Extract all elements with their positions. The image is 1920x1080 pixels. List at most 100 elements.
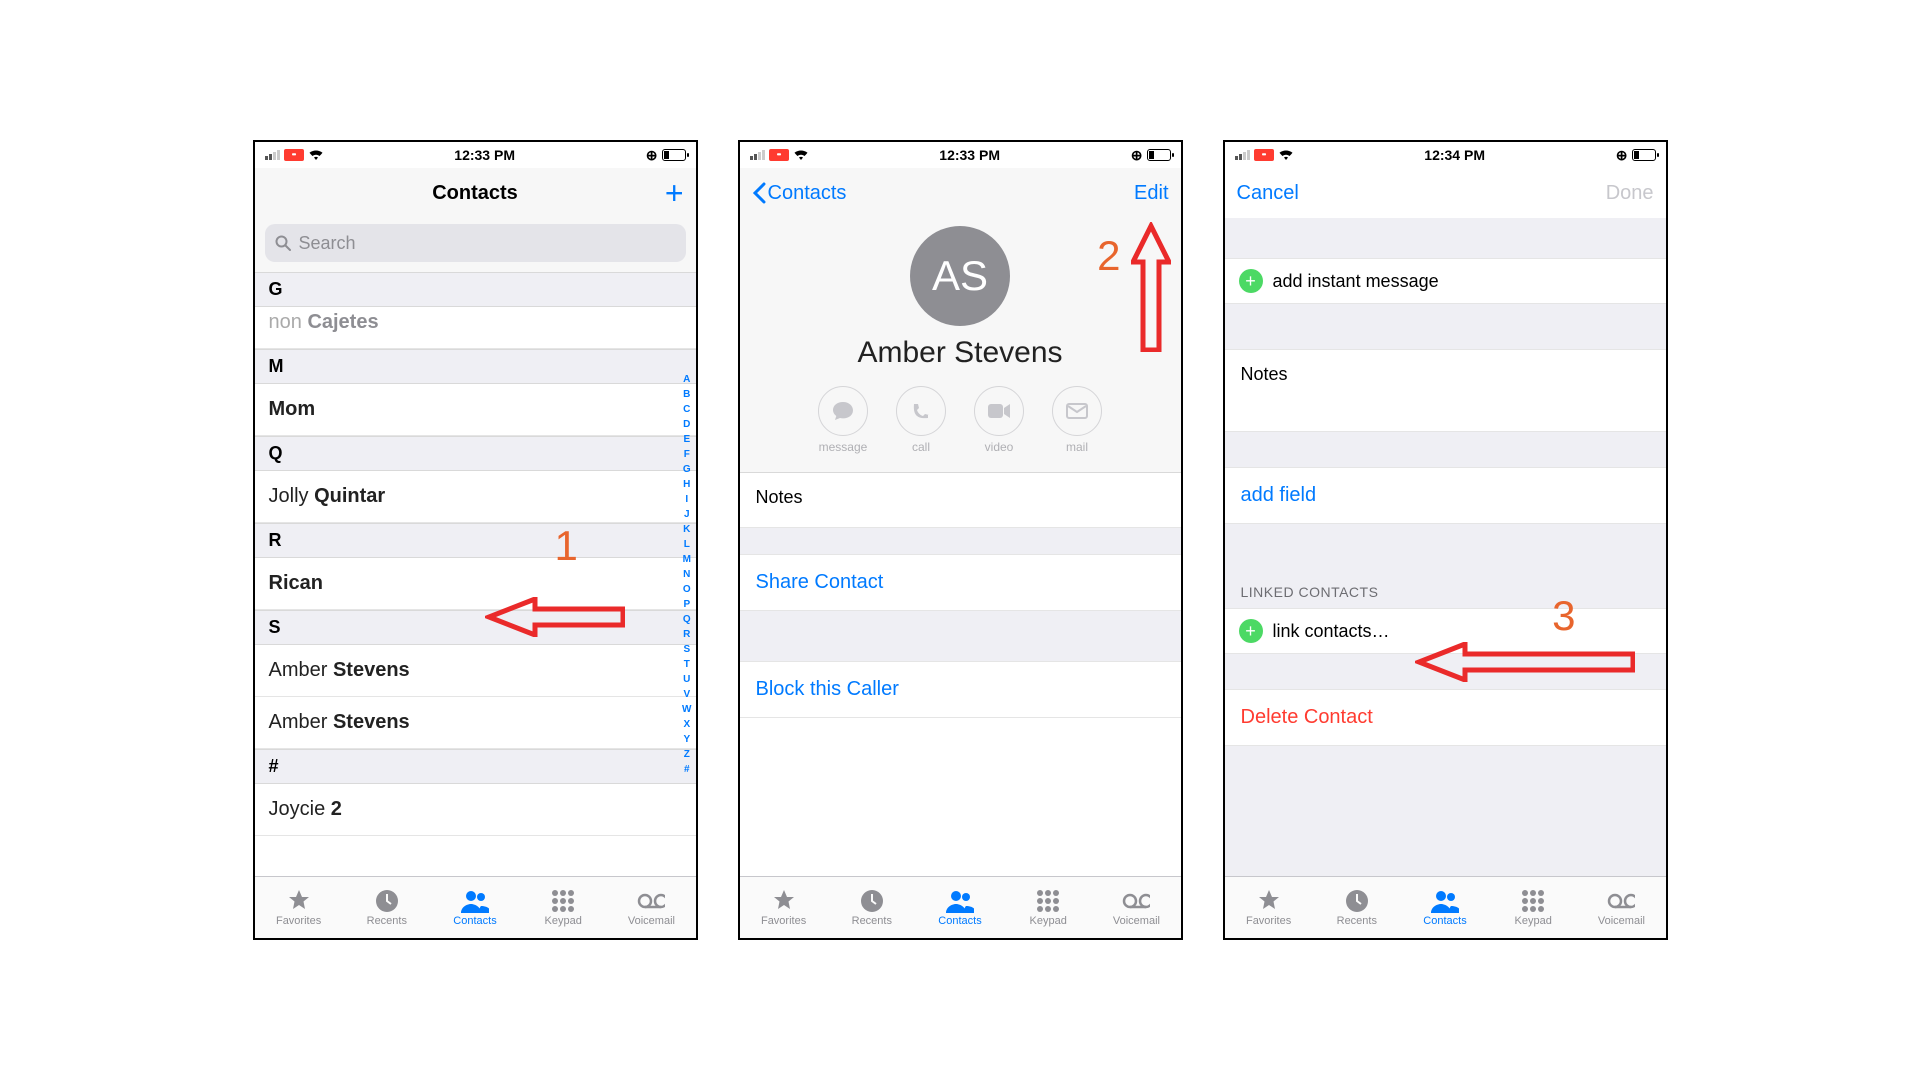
tab-contacts[interactable]: Contacts — [1401, 877, 1489, 938]
list-item[interactable]: Jolly Quintar — [255, 471, 696, 523]
notes-label: Notes — [740, 473, 1181, 514]
add-field-button[interactable]: add field — [1225, 467, 1666, 524]
section-header: R — [255, 523, 696, 558]
signal-bars-icon — [265, 150, 280, 160]
search-placeholder: Search — [299, 233, 356, 254]
keypad-icon — [1034, 889, 1062, 913]
tab-keypad[interactable]: Keypad — [1004, 877, 1092, 938]
people-icon — [946, 889, 974, 913]
clock-icon — [1343, 889, 1371, 913]
video-icon — [974, 386, 1024, 436]
search-input[interactable]: Search — [265, 224, 686, 262]
clock-icon — [373, 889, 401, 913]
voicemail-icon — [1122, 889, 1150, 913]
edit-button[interactable]: Edit — [1134, 182, 1168, 205]
video-button[interactable]: video — [974, 386, 1024, 454]
block-caller-button[interactable]: Block this Caller — [740, 661, 1181, 718]
tab-voicemail[interactable]: Voicemail — [607, 877, 695, 938]
plus-icon: + — [665, 177, 684, 209]
status-time: 12:33 PM — [454, 147, 515, 163]
mail-button[interactable]: mail — [1052, 386, 1102, 454]
alpha-index[interactable]: ABCDEFGHIJKLMNOPQRSTUVWXYZ# — [680, 372, 693, 777]
list-item[interactable]: Rican — [255, 558, 696, 610]
link-contacts-label: link contacts… — [1273, 621, 1390, 642]
people-icon — [1431, 889, 1459, 913]
message-icon — [818, 386, 868, 436]
tab-recents[interactable]: Recents — [1313, 877, 1401, 938]
status-bar: 12:33 PM ⊕ — [255, 142, 696, 168]
battery-icon — [1632, 149, 1656, 161]
section-header: M — [255, 349, 696, 384]
people-icon — [461, 889, 489, 913]
orientation-lock-icon: ⊕ — [1616, 147, 1628, 164]
avatar: AS — [910, 226, 1010, 326]
cancel-button[interactable]: Cancel — [1237, 182, 1299, 205]
list-item[interactable]: Mom — [255, 384, 696, 436]
wifi-icon — [308, 149, 324, 161]
search-wrapper: Search — [255, 218, 696, 272]
tab-favorites[interactable]: Favorites — [740, 877, 828, 938]
star-icon — [285, 889, 313, 913]
add-im-label: add instant message — [1273, 271, 1439, 292]
add-contact-button[interactable]: + — [665, 177, 684, 209]
battery-icon — [1147, 149, 1171, 161]
tab-bar: Favorites Recents Contacts Keypad Voicem… — [255, 876, 696, 938]
contact-name: Amber Stevens — [740, 336, 1181, 370]
done-button[interactable]: Done — [1606, 182, 1654, 205]
share-contact-button[interactable]: Share Contact — [740, 554, 1181, 611]
back-button[interactable]: Contacts — [752, 182, 847, 205]
tab-voicemail[interactable]: Voicemail — [1092, 877, 1180, 938]
signal-bars-icon — [750, 150, 765, 160]
section-header: # — [255, 749, 696, 784]
tab-voicemail[interactable]: Voicemail — [1577, 877, 1665, 938]
tab-keypad[interactable]: Keypad — [519, 877, 607, 938]
call-button[interactable]: call — [896, 386, 946, 454]
tab-recents[interactable]: Recents — [828, 877, 916, 938]
nav-bar: Contacts Edit — [740, 168, 1181, 218]
sim-badge-icon — [284, 149, 304, 161]
keypad-icon — [549, 889, 577, 913]
tab-contacts[interactable]: Contacts — [431, 877, 519, 938]
back-label: Contacts — [768, 182, 847, 205]
wifi-icon — [1278, 149, 1294, 161]
status-time: 12:33 PM — [939, 147, 1000, 163]
signal-bars-icon — [1235, 150, 1250, 160]
tab-favorites[interactable]: Favorites — [255, 877, 343, 938]
message-button[interactable]: message — [818, 386, 868, 454]
notes-field[interactable] — [1225, 391, 1666, 431]
list-item[interactable]: Amber Stevens — [255, 697, 696, 749]
contact-header: AS Amber Stevens message call video mail — [740, 218, 1181, 473]
list-item[interactable]: non Cajetes — [255, 307, 696, 349]
chevron-left-icon — [752, 182, 766, 204]
list-item[interactable]: Amber Stevens — [255, 645, 696, 697]
status-time: 12:34 PM — [1424, 147, 1485, 163]
clock-icon — [858, 889, 886, 913]
phone-icon — [896, 386, 946, 436]
section-header: G — [255, 272, 696, 307]
list-item[interactable]: Joycie 2 — [255, 784, 696, 836]
voicemail-icon — [637, 889, 665, 913]
orientation-lock-icon: ⊕ — [646, 147, 658, 164]
screen-contacts-list: 12:33 PM ⊕ Contacts + Search G non Cajet… — [253, 140, 698, 940]
link-contacts-button[interactable]: + link contacts… — [1225, 608, 1666, 654]
add-instant-message-button[interactable]: + add instant message — [1225, 258, 1666, 304]
nav-bar: Cancel Done — [1225, 168, 1666, 218]
notes-label: Notes — [1225, 350, 1666, 391]
linked-contacts-header: LINKED CONTACTS — [1225, 524, 1666, 608]
tab-keypad[interactable]: Keypad — [1489, 877, 1577, 938]
tab-recents[interactable]: Recents — [343, 877, 431, 938]
section-header: S — [255, 610, 696, 645]
star-icon — [770, 889, 798, 913]
tab-favorites[interactable]: Favorites — [1225, 877, 1313, 938]
status-bar: 12:33 PM ⊕ — [740, 142, 1181, 168]
contacts-list[interactable]: G non Cajetes M Mom Q Jolly Quintar R Ri… — [255, 272, 696, 876]
delete-contact-button[interactable]: Delete Contact — [1225, 689, 1666, 746]
battery-icon — [662, 149, 686, 161]
star-icon — [1255, 889, 1283, 913]
search-icon — [275, 235, 291, 251]
tab-contacts[interactable]: Contacts — [916, 877, 1004, 938]
screen-edit-contact: 12:34 PM ⊕ Cancel Done + add instant mes… — [1223, 140, 1668, 940]
keypad-icon — [1519, 889, 1547, 913]
sim-badge-icon — [769, 149, 789, 161]
tab-bar: Favorites Recents Contacts Keypad Voicem… — [740, 876, 1181, 938]
